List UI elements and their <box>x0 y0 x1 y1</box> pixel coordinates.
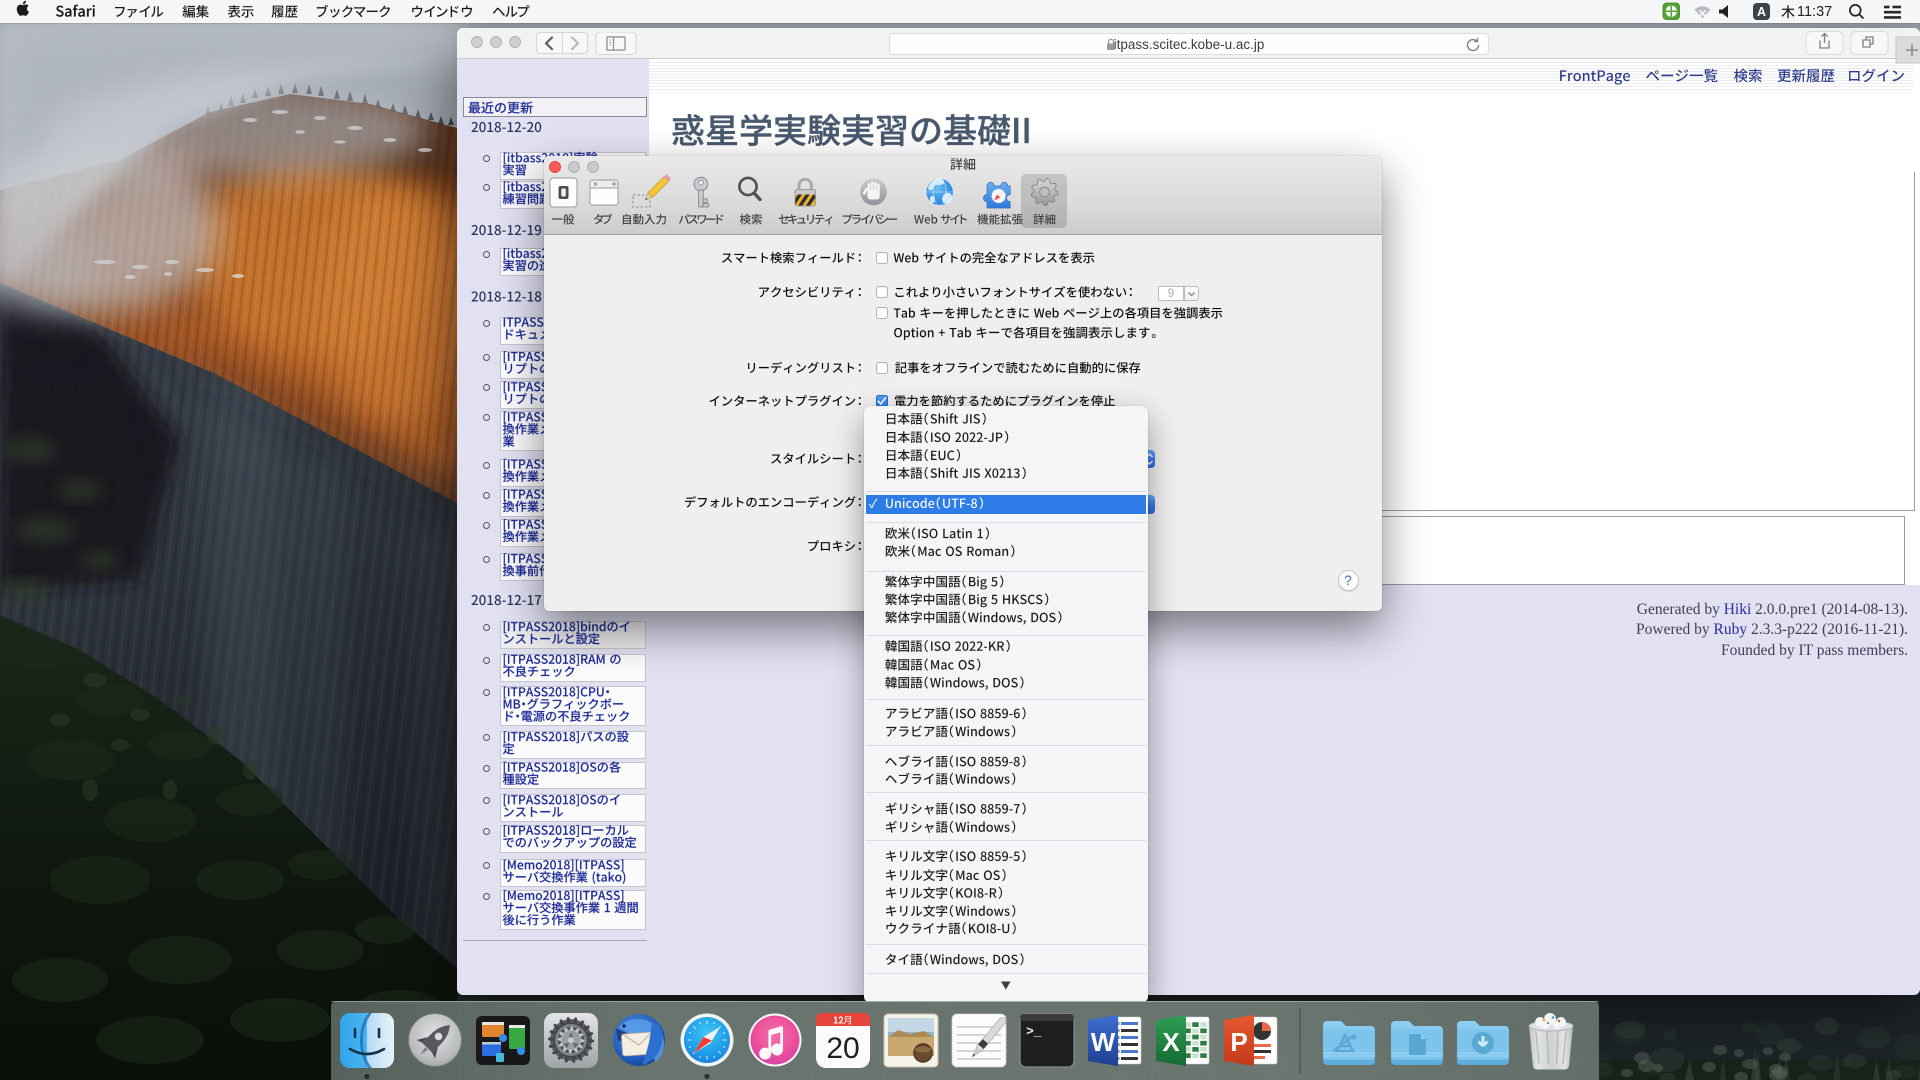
svg-text:X: X <box>1162 1027 1180 1057</box>
svg-text:P: P <box>1230 1027 1247 1057</box>
svg-text:12月: 12月 <box>833 1016 852 1026</box>
svg-text:20: 20 <box>826 1032 859 1065</box>
svg-text:>_: >_ <box>1026 1024 1042 1039</box>
svg-text:W: W <box>1091 1027 1116 1057</box>
